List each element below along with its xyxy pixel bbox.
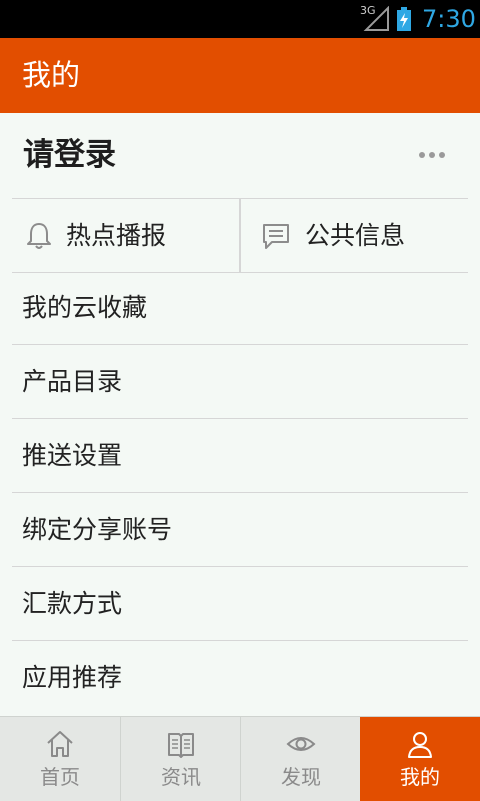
book-icon [168,733,194,758]
bell-icon [27,223,51,249]
app-bar: 我的 [0,38,480,113]
public-info-button[interactable]: 公共信息 [241,199,468,272]
tab-mine[interactable]: 我的 [360,717,480,801]
settings-menu: 我的云收藏 产品目录 推送设置 绑定分享账号 汇款方式 应用推荐 [12,271,468,714]
person-icon [408,732,432,758]
signal-icon [363,6,389,31]
menu-item-bind-share-account[interactable]: 绑定分享账号 [12,493,468,567]
status-bar: 3G 7:30 [0,0,480,38]
menu-item-label: 产品目录 [22,367,123,396]
battery-charging-icon [397,7,411,31]
menu-item-label: 应用推荐 [22,663,123,692]
menu-item-label: 绑定分享账号 [22,515,173,544]
tab-label: 发现 [281,765,321,789]
login-label: 请登录 [23,137,116,173]
more-dots-icon[interactable] [418,151,446,159]
hot-news-label: 热点播报 [66,221,167,250]
menu-item-label: 我的云收藏 [22,293,148,322]
profile-content: 请登录 热点播报 公共信息 我的云收藏 产品目录 推送设置 绑定分享账号 汇款方… [0,113,480,716]
menu-item-push-settings[interactable]: 推送设置 [12,419,468,493]
tab-label: 首页 [40,765,80,789]
menu-item-label: 汇款方式 [22,589,123,618]
tab-news[interactable]: 资讯 [120,717,240,801]
tab-home[interactable]: 首页 [0,717,120,801]
menu-item-label: 推送设置 [22,441,123,470]
tab-label: 我的 [400,765,440,789]
menu-item-app-recommend[interactable]: 应用推荐 [12,641,468,714]
tab-label: 资讯 [161,765,201,789]
bottom-tab-bar: 首页 资讯 发现 我的 [0,716,480,801]
menu-item-cloud-favorites[interactable]: 我的云收藏 [12,271,468,345]
quick-actions: 热点播报 公共信息 [12,198,468,273]
menu-item-product-catalog[interactable]: 产品目录 [12,345,468,419]
message-icon [263,224,289,249]
menu-item-remittance[interactable]: 汇款方式 [12,567,468,641]
eye-icon [286,737,316,751]
page-title: 我的 [22,58,81,92]
home-icon [47,731,73,757]
tab-discover[interactable]: 发现 [240,717,360,801]
status-clock: 7:30 [422,5,476,33]
hot-news-button[interactable]: 热点播报 [12,199,241,272]
login-row[interactable]: 请登录 [12,113,468,198]
public-info-label: 公共信息 [305,221,406,250]
